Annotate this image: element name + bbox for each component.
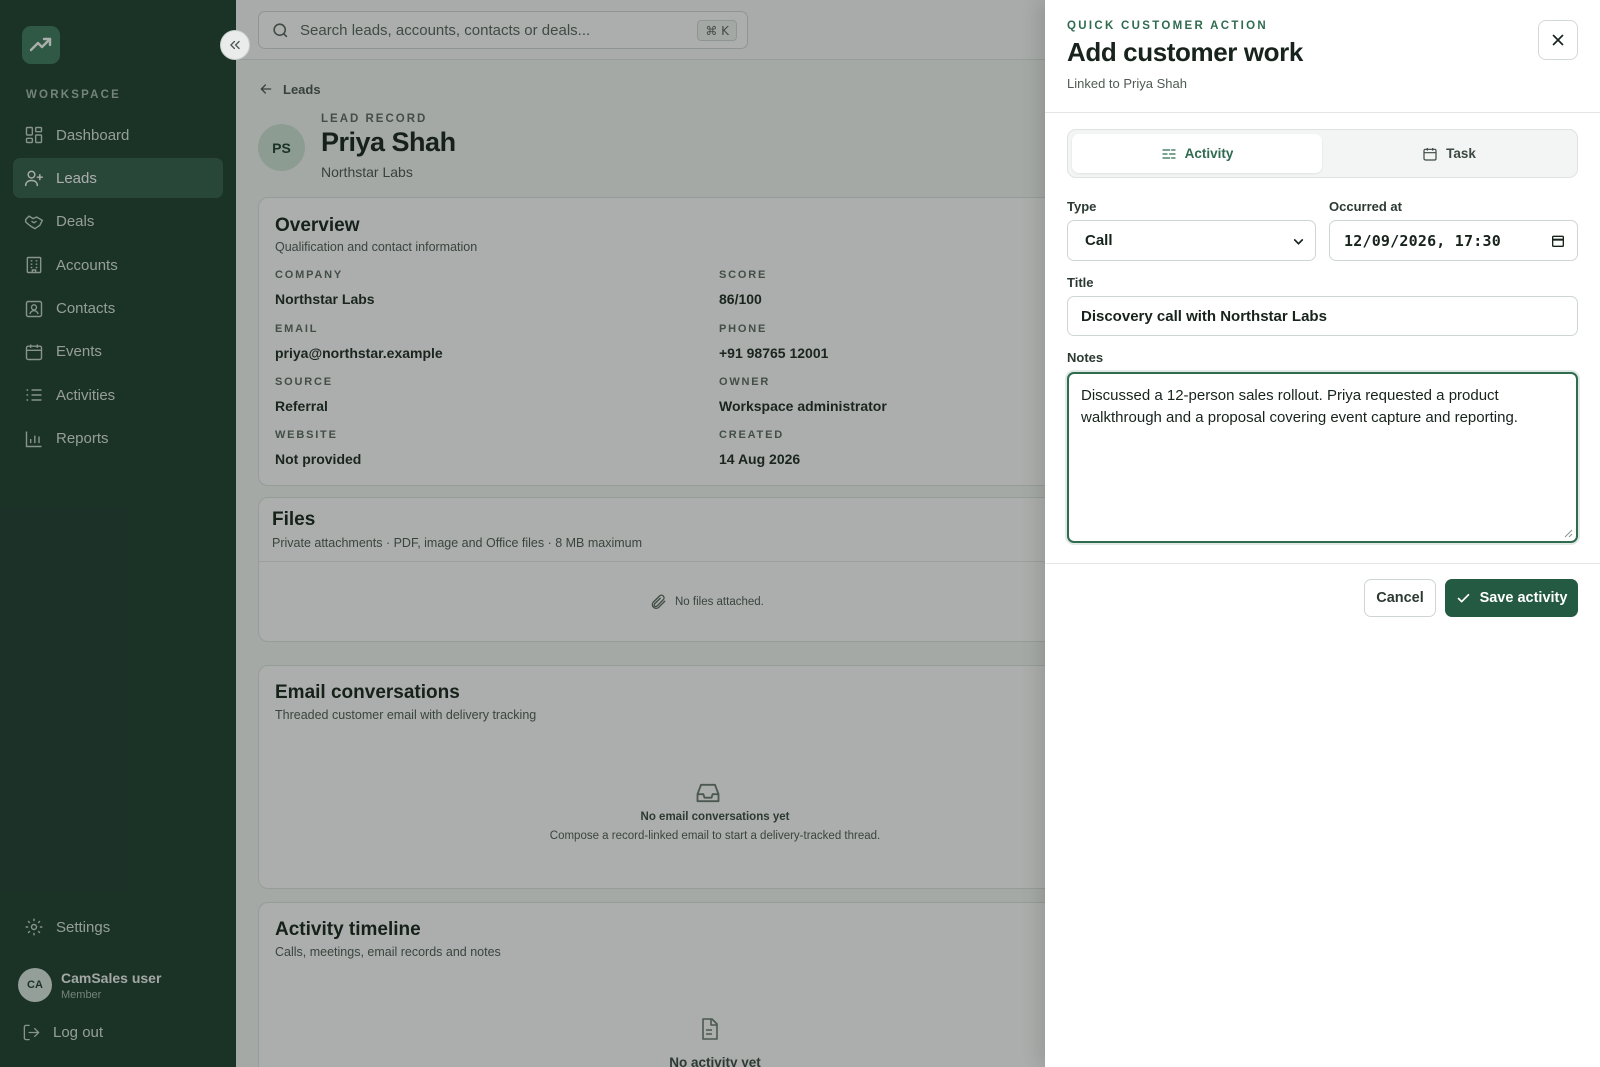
linked-record: Linked to Priya Shah — [1067, 76, 1187, 91]
occurred-at-value: 12/09/2026, 17:30 — [1344, 231, 1501, 250]
activity-list-icon — [1161, 148, 1176, 159]
collapse-sidebar-button[interactable] — [220, 30, 250, 60]
drawer-divider — [1045, 112, 1600, 113]
resize-handle-icon[interactable] — [1563, 528, 1573, 538]
tab-task[interactable]: Task — [1324, 134, 1574, 173]
calendar-icon — [1423, 147, 1437, 161]
save-label: Save activity — [1479, 590, 1568, 606]
drawer-eyebrow: QUICK CUSTOMER ACTION — [1067, 20, 1268, 32]
title-input[interactable]: Discovery call with Northstar Labs — [1067, 296, 1578, 336]
close-button[interactable] — [1538, 20, 1578, 60]
check-icon — [1457, 593, 1469, 602]
add-customer-work-drawer: QUICK CUSTOMER ACTION Add customer work … — [1045, 0, 1600, 1067]
drawer-title: Add customer work — [1067, 37, 1303, 67]
type-select[interactable]: Call — [1067, 220, 1316, 261]
occurred-at-label: Occurred at — [1329, 199, 1402, 214]
save-activity-button[interactable]: Save activity — [1445, 579, 1578, 617]
notes-textarea[interactable]: Discussed a 12-person sales rollout. Pri… — [1067, 372, 1578, 543]
type-label: Type — [1067, 199, 1097, 214]
chevrons-left-icon — [230, 40, 240, 50]
calendar-picker-icon[interactable] — [1550, 233, 1566, 249]
modal-backdrop[interactable] — [0, 0, 1045, 1067]
tab-label: Activity — [1184, 146, 1234, 161]
type-value: Call — [1085, 232, 1113, 249]
title-label: Title — [1067, 275, 1094, 290]
tab-switcher: Activity Task — [1067, 129, 1578, 178]
tab-activity[interactable]: Activity — [1072, 134, 1322, 173]
close-icon — [1552, 34, 1564, 46]
cancel-button[interactable]: Cancel — [1364, 579, 1436, 617]
footer-divider — [1045, 563, 1600, 564]
tab-label: Task — [1446, 146, 1476, 161]
notes-value: Discussed a 12-person sales rollout. Pri… — [1081, 387, 1518, 426]
notes-label: Notes — [1067, 350, 1104, 365]
chevron-down-icon — [1293, 239, 1304, 245]
occurred-at-input[interactable]: 12/09/2026, 17:30 — [1329, 220, 1578, 261]
